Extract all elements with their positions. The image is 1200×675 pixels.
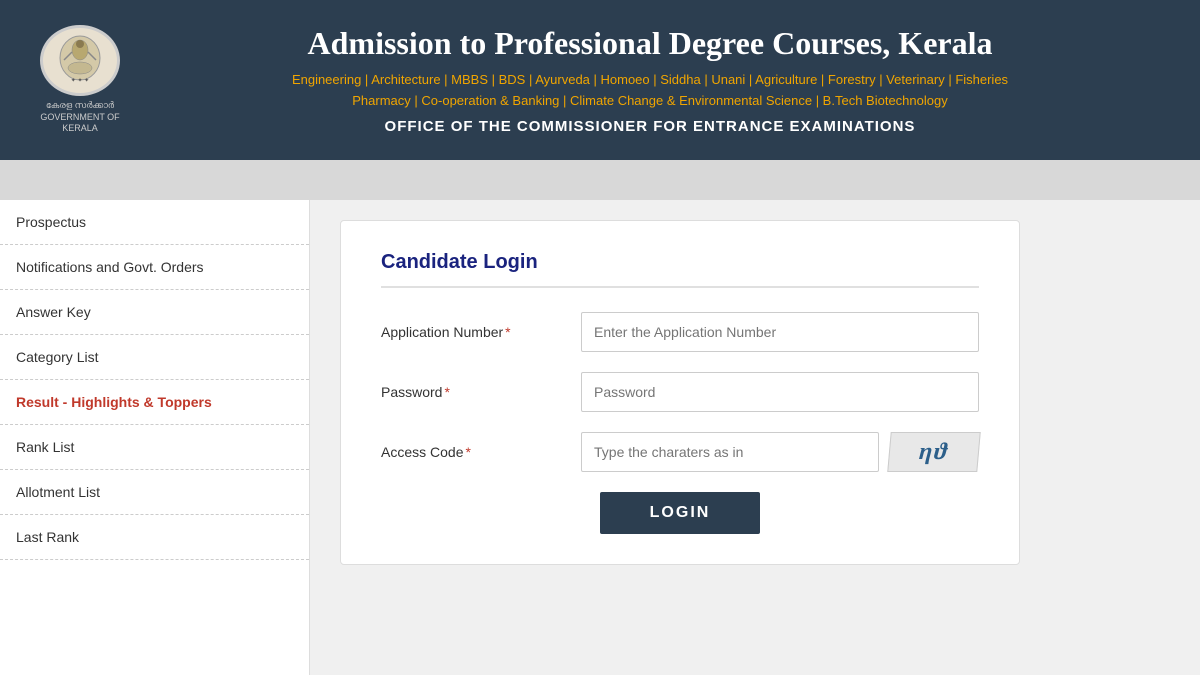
- app-number-input[interactable]: [581, 312, 979, 352]
- password-input[interactable]: [581, 372, 979, 412]
- access-code-inputs: ηϑ: [581, 432, 979, 472]
- app-number-label: Application Number*: [381, 324, 581, 340]
- main-layout: ProspectusNotifications and Govt. Orders…: [0, 200, 1200, 675]
- login-btn-row: LOGIN: [381, 492, 979, 534]
- sidebar-item[interactable]: Rank List: [0, 425, 309, 470]
- logo-text: കേരള സർക്കാർ GOVERNMENT OF KERALA: [30, 100, 130, 135]
- app-number-row: Application Number*: [381, 312, 979, 352]
- site-title: Admission to Professional Degree Courses…: [130, 25, 1170, 62]
- courses-line1: Engineering | Architecture | MBBS | BDS …: [130, 70, 1170, 112]
- office-title: OFFICE OF THE COMMISSIONER FOR ENTRANCE …: [130, 118, 1170, 135]
- password-row: Password*: [381, 372, 979, 412]
- password-label: Password*: [381, 384, 581, 400]
- nav-strip: [0, 160, 1200, 200]
- captcha-image: ηϑ: [887, 432, 980, 472]
- main-content: Candidate Login Application Number* Pass…: [310, 200, 1200, 675]
- login-button[interactable]: LOGIN: [600, 492, 761, 534]
- sidebar-item[interactable]: Category List: [0, 335, 309, 380]
- login-card: Candidate Login Application Number* Pass…: [340, 220, 1020, 565]
- svg-text:✦ ✦ ✦: ✦ ✦ ✦: [71, 77, 89, 84]
- sidebar-item[interactable]: Notifications and Govt. Orders: [0, 245, 309, 290]
- sidebar-item[interactable]: Last Rank: [0, 515, 309, 560]
- logo-emblem: ✦ ✦ ✦: [40, 25, 120, 96]
- emblem-svg: ✦ ✦ ✦: [50, 30, 110, 90]
- access-code-row: Access Code* ηϑ: [381, 432, 979, 472]
- header-content: Admission to Professional Degree Courses…: [130, 25, 1170, 135]
- access-code-label: Access Code*: [381, 444, 581, 460]
- sidebar-item[interactable]: Result - Highlights & Toppers: [0, 380, 309, 425]
- sidebar-item[interactable]: Allotment List: [0, 470, 309, 515]
- login-title: Candidate Login: [381, 251, 979, 288]
- sidebar: ProspectusNotifications and Govt. Orders…: [0, 200, 310, 675]
- sidebar-item[interactable]: Answer Key: [0, 290, 309, 335]
- site-header: ✦ ✦ ✦ കേരള സർക്കാർ GOVERNMENT OF KERALA …: [0, 0, 1200, 160]
- access-code-input[interactable]: [581, 432, 879, 472]
- sidebar-item[interactable]: Prospectus: [0, 200, 309, 245]
- logo-container: ✦ ✦ ✦ കേരള സർക്കാർ GOVERNMENT OF KERALA: [30, 25, 130, 135]
